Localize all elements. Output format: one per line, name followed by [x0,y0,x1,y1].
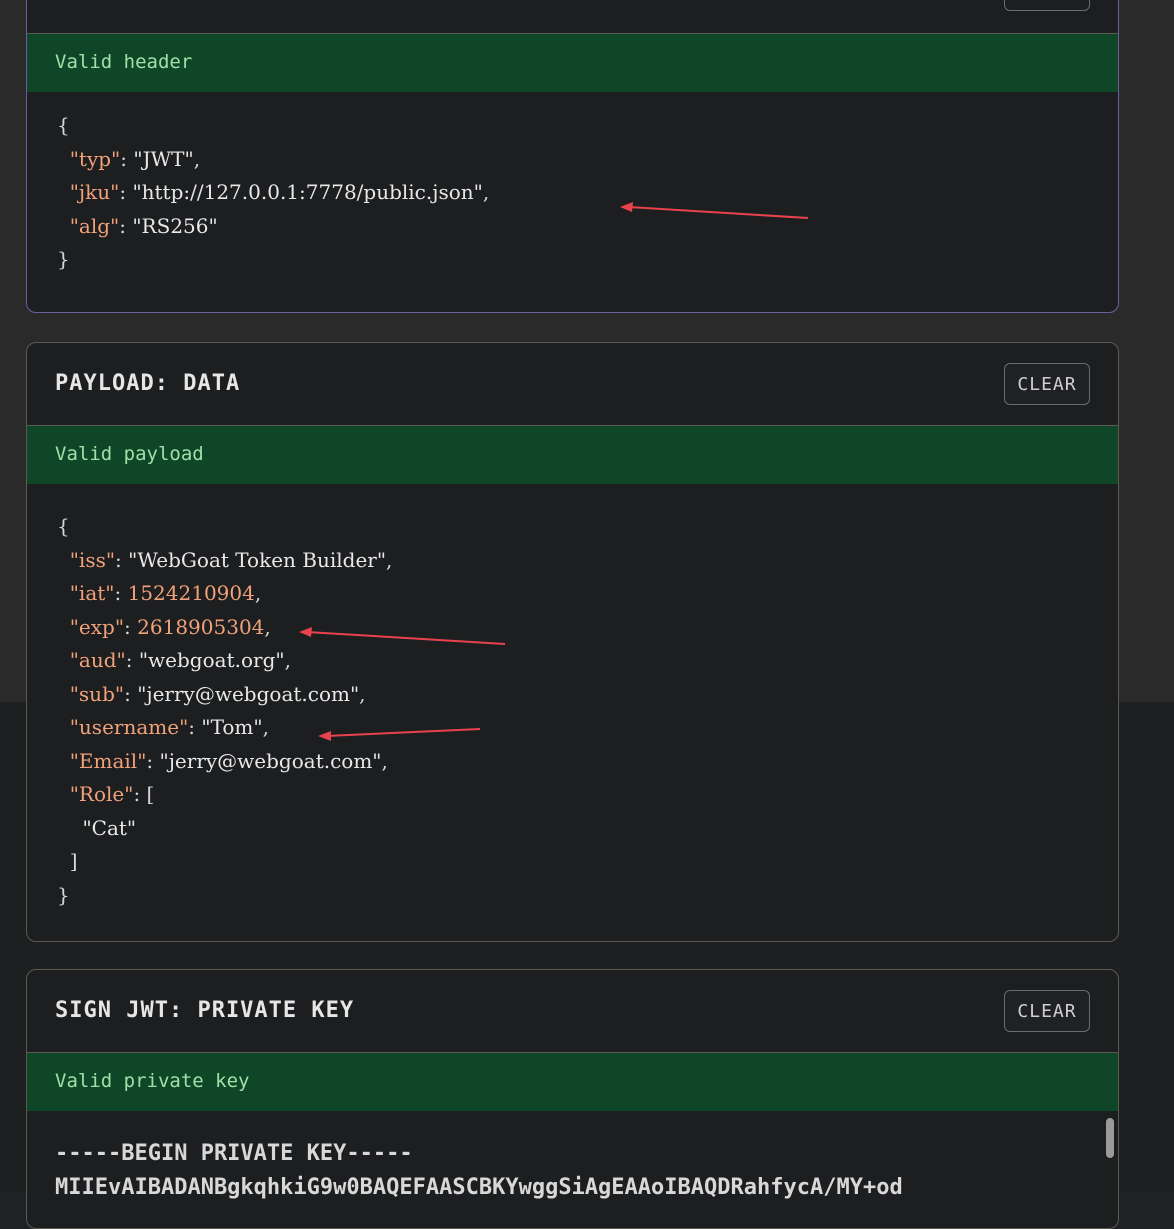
code-line: "Role": [ [57,778,1118,812]
code-token: "Cat" [82,815,137,840]
code-token: "jerry@webgoat.com" [159,748,382,773]
code-token: : [120,146,134,171]
sign-status: Valid private key [27,1053,1118,1111]
header-editor[interactable]: { "typ": "JWT", "jku": "http://127.0.0.1… [27,92,1118,277]
code-token: "RS256" [132,213,218,238]
private-key-line: -----BEGIN PRIVATE KEY----- [55,1141,413,1166]
sign-clear-button[interactable]: CLEAR [1004,990,1090,1032]
code-token: "webgoat.org" [138,648,285,672]
code-token: "username" [69,715,189,739]
code-line: "aud": "webgoat.org", [57,644,1118,678]
code-token: "exp" [69,614,125,639]
code-line: "typ": "JWT", [57,143,1118,177]
code-token: : [188,715,202,739]
header-top-edge [27,0,1118,34]
code-token: ] [69,849,78,873]
sign-panel-header: SIGN JWT: PRIVATE KEY CLEAR [27,970,1118,1053]
code-line: "sub": "jerry@webgoat.com", [57,678,1118,712]
code-token: { [57,514,70,538]
code-line: "iss": "WebGoat Token Builder", [57,544,1118,578]
code-token: "sub" [69,681,125,706]
code-line: } [57,243,1118,277]
code-token: : [115,547,129,572]
code-token: , [482,180,490,204]
code-line: "alg": "RS256" [57,210,1118,244]
code-line: } [57,879,1118,913]
payload-title: PAYLOAD: DATA [55,371,241,396]
code-token: : [ [133,782,155,806]
code-token: "iat" [69,581,115,605]
code-token: : [119,180,133,204]
payload-clear-button[interactable]: CLEAR [1004,363,1090,405]
code-line: "username": "Tom", [57,711,1118,745]
code-line: "Cat" [57,812,1118,846]
code-token: , [254,581,262,605]
code-token: : [146,748,160,773]
code-line: "iat": 1524210904, [57,577,1118,611]
payload-panel: PAYLOAD: DATA CLEAR Valid payload { "iss… [26,342,1119,942]
code-token: "JWT" [133,146,194,171]
sign-title: SIGN JWT: PRIVATE KEY [55,998,355,1023]
code-token: , [284,648,291,672]
code-token: { [57,113,70,137]
code-line: "exp": 2618905304, [57,611,1118,645]
code-token: "http://127.0.0.1:7778/public.json" [132,180,483,204]
code-token: "iss" [69,547,116,572]
private-key-scrollbar[interactable] [1106,1118,1114,1158]
code-token: , [386,547,393,572]
code-token: 2618905304 [137,614,265,639]
code-token: "Tom" [201,715,263,739]
code-token: "Role" [69,782,134,806]
code-token: } [57,882,70,907]
header-status: Valid header [27,34,1118,92]
code-token: "jerry@webgoat.com" [137,681,360,706]
code-token: : [124,681,138,706]
code-line: { [57,109,1118,143]
private-key-line: MIIEvAIBADANBgkqhkiG9w0BAQEFAASCBKYwggSi… [55,1175,903,1200]
code-token: , [262,715,269,739]
code-token: : [119,213,133,238]
code-token: , [381,748,388,773]
private-key-editor[interactable]: -----BEGIN PRIVATE KEY----- MIIEvAIBADAN… [27,1111,1118,1200]
payload-status: Valid payload [27,426,1118,484]
code-token: "jku" [69,180,120,204]
code-line: "jku": "http://127.0.0.1:7778/public.jso… [57,176,1118,210]
header-clear-button-partial[interactable] [1004,0,1090,11]
sign-panel: SIGN JWT: PRIVATE KEY CLEAR Valid privat… [26,969,1119,1229]
code-token: "alg" [69,213,120,238]
code-token: 1524210904 [127,581,255,605]
code-line: ] [57,845,1118,879]
code-line: { [57,510,1118,544]
code-token: , [264,614,271,639]
code-token: "WebGoat Token Builder" [128,547,387,572]
code-token: "typ" [69,146,121,171]
code-token: : [114,581,128,605]
code-token: , [359,681,366,706]
code-token: } [57,247,70,271]
code-token: "Email" [69,748,147,773]
header-panel: Valid header { "typ": "JWT", "jku": "htt… [26,0,1119,313]
code-token: "aud" [69,648,126,672]
code-token: : [124,614,138,639]
code-token: : [125,648,139,672]
payload-editor[interactable]: { "iss": "WebGoat Token Builder", "iat":… [27,484,1118,912]
code-token: , [193,146,201,171]
payload-panel-header: PAYLOAD: DATA CLEAR [27,343,1118,426]
code-line: "Email": "jerry@webgoat.com", [57,745,1118,779]
